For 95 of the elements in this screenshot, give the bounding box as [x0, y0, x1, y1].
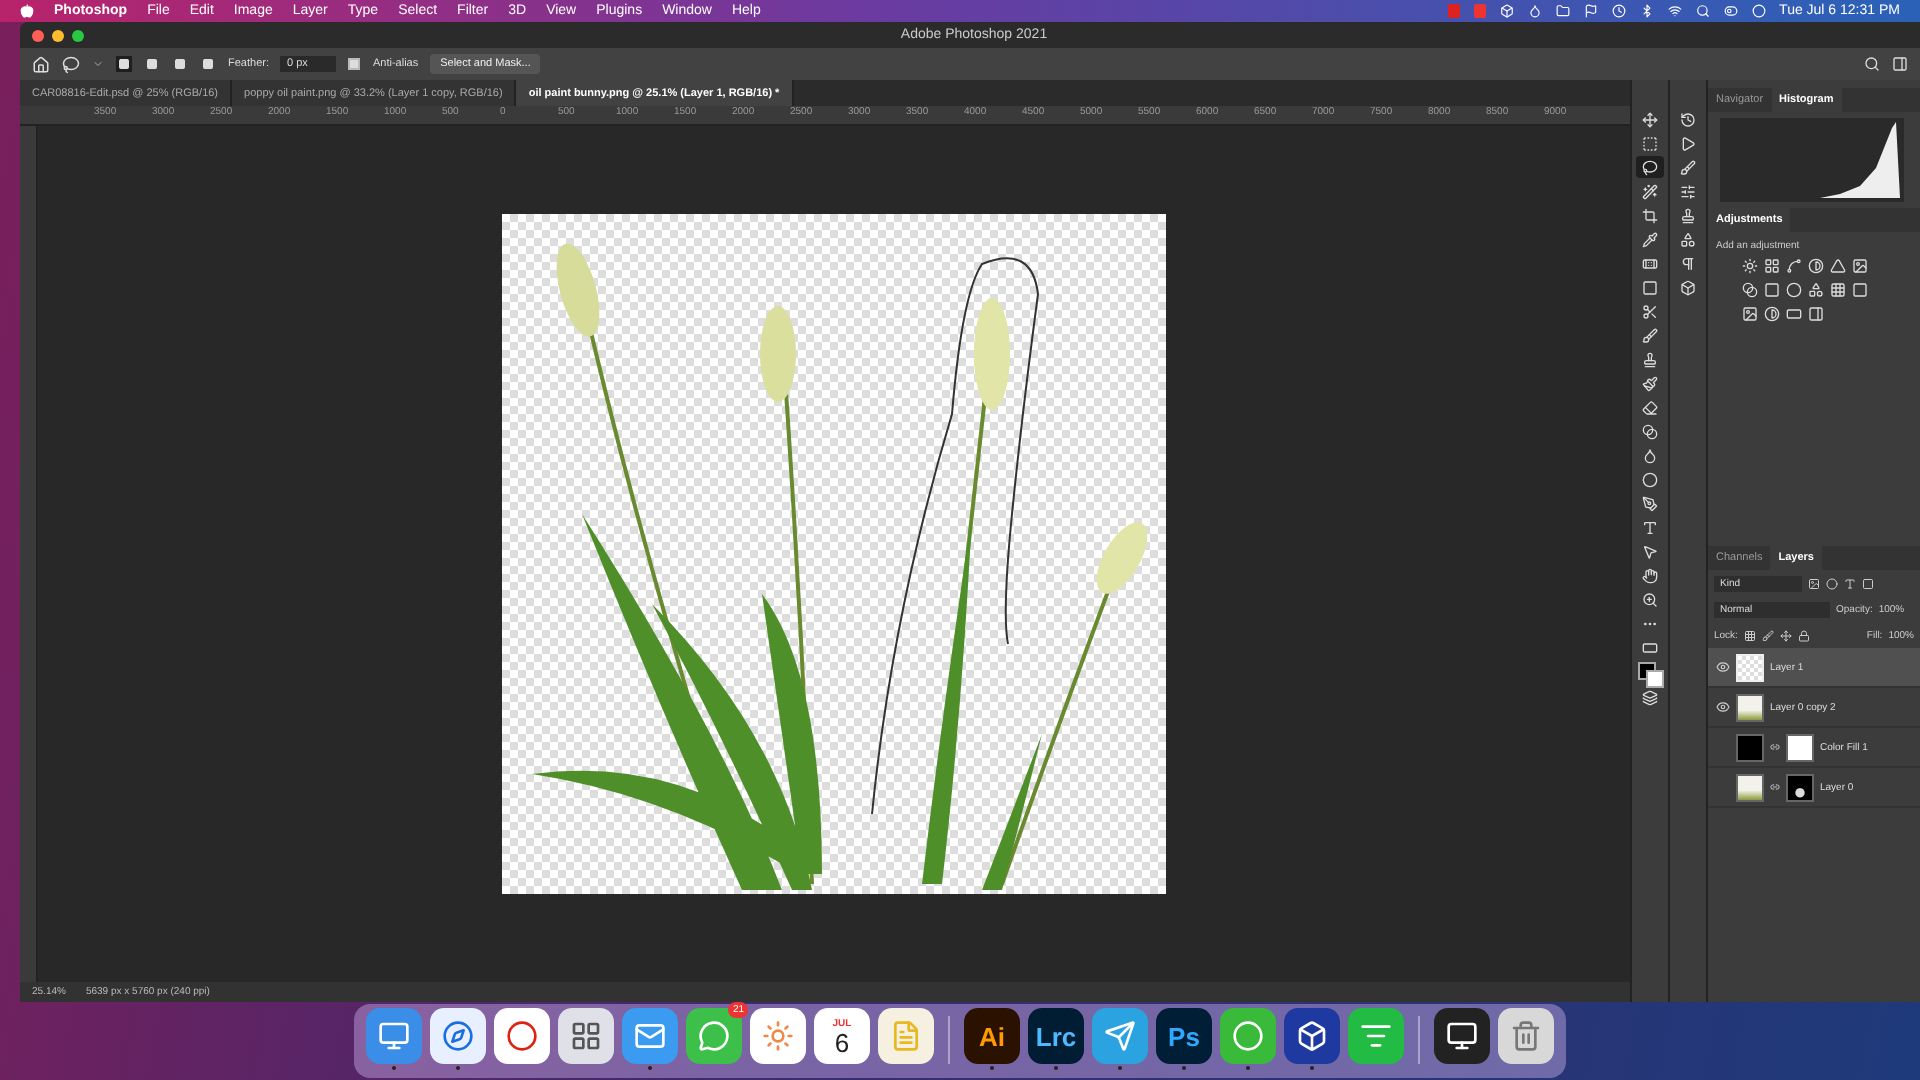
bandage-icon[interactable]: [1642, 255, 1658, 271]
eye-icon[interactable]: [1715, 660, 1729, 674]
box-icon[interactable]: [1680, 279, 1696, 295]
brush-settings-icon[interactable]: [1680, 159, 1696, 175]
layer-thumbnail: [1736, 733, 1764, 761]
tool-button[interactable]: [1636, 156, 1664, 178]
adjustment-icon[interactable]: [1742, 258, 1758, 274]
hand-icon[interactable]: [1642, 567, 1658, 583]
eye-icon[interactable]: [1715, 700, 1729, 714]
filter-icon[interactable]: [1862, 577, 1874, 589]
status-box-icon[interactable]: [1499, 4, 1514, 18]
compass-icon[interactable]: [430, 1008, 486, 1064]
siri-icon[interactable]: [1751, 4, 1766, 18]
paper-plane-icon[interactable]: [1092, 1008, 1148, 1064]
paragraph-icon[interactable]: [1680, 255, 1696, 271]
finder-icon[interactable]: [366, 1008, 422, 1064]
brush-icon[interactable]: [1642, 327, 1658, 343]
adjustment-icon[interactable]: [1764, 306, 1780, 322]
zoom-button[interactable]: [72, 29, 84, 41]
adjustment-icon[interactable]: [1764, 258, 1780, 274]
selection-mode-button[interactable]: [172, 56, 188, 72]
grid-icon[interactable]: [558, 1008, 614, 1064]
minimize-button[interactable]: [52, 29, 64, 41]
workspace-icon[interactable]: [1892, 56, 1908, 72]
filter-icon[interactable]: [1826, 577, 1838, 589]
color-swatches[interactable]: [1636, 660, 1664, 688]
adjustment-icon[interactable]: [1742, 306, 1758, 322]
adjustment-icon[interactable]: [1808, 306, 1824, 322]
screen-mode-icon[interactable]: [1642, 690, 1658, 706]
gradient-icon[interactable]: [1642, 423, 1658, 439]
control-center-icon[interactable]: [1723, 4, 1738, 18]
list-icon[interactable]: [1348, 1008, 1404, 1064]
layer-mask-thumbnail: [1786, 733, 1814, 761]
sliders-icon[interactable]: [1680, 183, 1696, 199]
anti-alias-checkbox[interactable]: [348, 58, 361, 70]
apple-icon[interactable]: [20, 4, 34, 18]
eraser-icon[interactable]: [1642, 399, 1658, 415]
selection-mode-button[interactable]: [144, 56, 160, 72]
lasso-icon[interactable]: [62, 55, 80, 73]
monitor-icon[interactable]: [1434, 1008, 1490, 1064]
link-icon[interactable]: [1770, 742, 1780, 752]
link-icon[interactable]: [1770, 782, 1780, 792]
quick-mask-icon[interactable]: [1642, 639, 1658, 655]
clock-icon[interactable]: [1611, 4, 1626, 18]
home-icon[interactable]: [32, 55, 50, 73]
filter-icon[interactable]: [1844, 577, 1856, 589]
bluetooth-icon[interactable]: [1639, 4, 1654, 18]
folder-icon[interactable]: [1555, 4, 1570, 18]
crop-icon[interactable]: [1642, 207, 1658, 223]
marquee-icon[interactable]: [1642, 135, 1658, 151]
wand-icon[interactable]: [1642, 183, 1658, 199]
scissors-icon[interactable]: [1642, 303, 1658, 319]
selection-mode-button[interactable]: [200, 56, 216, 72]
ai-app-icon[interactable]: Ai: [964, 1008, 1020, 1064]
stamp-source-icon[interactable]: [1680, 207, 1696, 223]
box-stack-icon[interactable]: [1284, 1008, 1340, 1064]
shapes-icon[interactable]: [1680, 231, 1696, 247]
lock-brush-icon[interactable]: [1761, 629, 1774, 641]
speech-bubble-icon[interactable]: [686, 1008, 742, 1064]
history-brush-icon[interactable]: [1642, 375, 1658, 391]
search-icon[interactable]: [1864, 56, 1880, 72]
adjustment-icon[interactable]: [1786, 258, 1802, 274]
lasso-icon[interactable]: [1642, 159, 1658, 175]
eyedropper-icon[interactable]: [1642, 231, 1658, 247]
stamp-icon[interactable]: [1642, 351, 1658, 367]
wifi-icon[interactable]: [1667, 4, 1682, 18]
selection-mode-button[interactable]: [116, 56, 132, 72]
play-icon[interactable]: [1680, 135, 1696, 151]
droplet-icon[interactable]: [1642, 447, 1658, 463]
adjustment-icon[interactable]: [1830, 282, 1846, 298]
flower-icon[interactable]: [750, 1008, 806, 1064]
type-icon[interactable]: [1642, 519, 1658, 535]
close-button[interactable]: [32, 29, 44, 41]
ps-app-icon[interactable]: Ps: [1156, 1008, 1212, 1064]
adjustment-icon[interactable]: [1808, 282, 1824, 298]
flag-icon[interactable]: [1583, 4, 1598, 18]
history-icon[interactable]: [1680, 111, 1696, 127]
lrc-app-icon[interactable]: Lrc: [1028, 1008, 1084, 1064]
envelope-icon[interactable]: [622, 1008, 678, 1064]
layer-thumbnail: [1736, 693, 1764, 721]
lock-pixels-icon[interactable]: [1743, 629, 1756, 641]
layer-thumbnail: [1736, 773, 1764, 801]
adjustment-icon[interactable]: [1852, 258, 1868, 274]
filter-icon[interactable]: [1808, 577, 1820, 589]
pointer-icon[interactable]: [1642, 543, 1658, 559]
adjustment-icon[interactable]: [1808, 258, 1824, 274]
letter-o-icon[interactable]: [494, 1008, 550, 1064]
layer-thumbnail: [1736, 653, 1764, 681]
zoom-icon[interactable]: [1642, 591, 1658, 607]
lock-icon[interactable]: [1797, 629, 1810, 641]
move-icon[interactable]: [1642, 111, 1658, 127]
layer-mask-thumbnail: [1786, 773, 1814, 801]
lock-move-icon[interactable]: [1779, 629, 1792, 641]
notepad-icon[interactable]: [878, 1008, 934, 1064]
pen-icon[interactable]: [1642, 495, 1658, 511]
